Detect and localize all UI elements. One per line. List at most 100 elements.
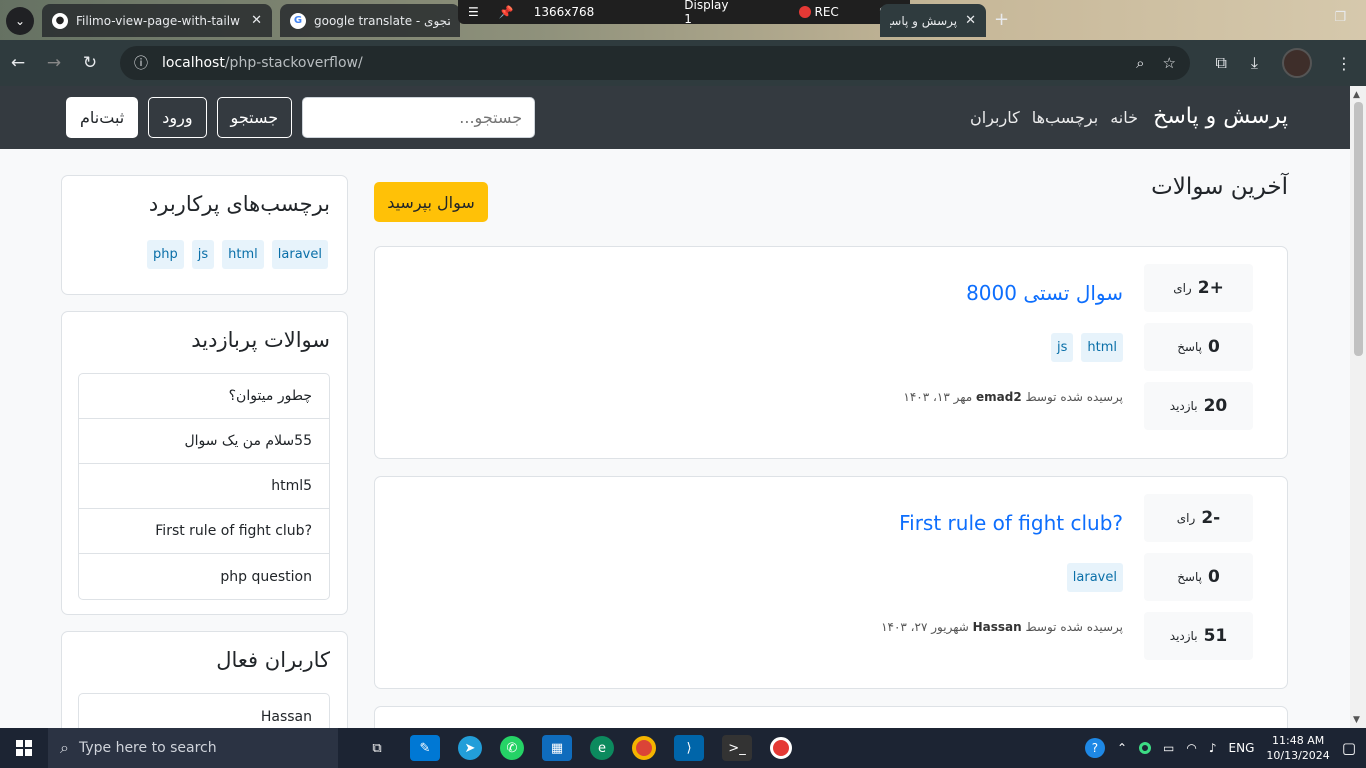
address-bar[interactable]: ⓘ localhost/php-stackoverflow/ ⌕ ☆ [120,46,1190,80]
nav-link-tags[interactable]: برچسب‌ها [1032,108,1098,127]
page-title: آخرین سوالات [1151,174,1288,200]
file-app-icon[interactable]: ✎ [410,735,440,761]
tab-title: google translate - جستجوی [314,13,450,28]
google-icon: G [290,12,306,29]
answers-count: 0 [1207,337,1220,357]
profile-avatar[interactable] [1282,48,1312,78]
bookmark-star-icon[interactable]: ☆ [1163,54,1176,72]
answers-label: پاسخ [1177,340,1202,354]
clock-date: 10/13/2024 [1266,749,1330,762]
edge-icon[interactable]: e [590,736,614,760]
votes-count: -2 [1201,508,1221,528]
help-icon[interactable]: ? [1084,738,1105,758]
tag-link[interactable]: html [1081,333,1123,362]
pin-icon[interactable]: 📌 [499,5,514,19]
most-viewed-list: چطور میتوان؟ 55سلام من یک سوال html5 Fir… [78,373,330,600]
scrollbar-thumb[interactable] [1354,102,1363,356]
answers-label: پاسخ [1177,570,1202,584]
system-clock[interactable]: 11:48 AM 10/13/2024 [1266,733,1329,763]
scroll-up-icon[interactable]: ▲ [1353,90,1360,100]
views-count: 20 [1203,396,1228,416]
nav-links: خانه برچسب‌ها کاربران [970,108,1138,127]
terminal-icon[interactable]: >_ [722,735,752,761]
extensions-icon[interactable]: ⧉ [1215,53,1226,73]
chevron-up-icon[interactable]: ⌃ [1117,741,1127,755]
zoom-icon[interactable]: ⌕ [1136,54,1144,72]
question-card: +2 رای 0 پاسخ 20 بازدید سوال تستی 8000 h… [374,246,1288,459]
page-scrollbar[interactable]: ▲ ▼ [1350,86,1366,728]
close-icon[interactable]: ✕ [251,13,262,28]
nav-link-users[interactable]: کاربران [970,108,1020,127]
meta-prefix: پرسیده شده توسط [1025,620,1123,634]
question-title-link[interactable]: سوال تستی 8000 [966,281,1123,305]
task-view-icon[interactable]: ⧉ [362,735,392,761]
taskbar-search[interactable]: ⌕ Type here to search [48,728,338,768]
login-button[interactable]: ورود [148,97,207,138]
download-icon[interactable]: ⤓ [1251,53,1258,73]
votes-label: رای [1176,511,1196,525]
recorder-icon[interactable] [770,737,792,759]
more-menu-icon[interactable]: ⋮ [1336,54,1352,73]
tab-title: پرسش و پاسخ [890,13,958,28]
scroll-down-icon[interactable]: ▼ [1353,715,1360,725]
start-button[interactable] [0,728,48,768]
views-count: 51 [1203,626,1228,646]
vscode-icon[interactable]: ⟩ [674,735,704,761]
github-icon: ● [52,12,68,29]
list-item[interactable]: html5 [79,464,329,509]
telegram-icon[interactable]: ➤ [458,736,482,760]
language-indicator[interactable]: ENG [1229,741,1255,755]
menu-icon[interactable]: ☰ [468,5,479,19]
close-icon[interactable]: ✕ [965,13,976,28]
question-tags: laravel [1066,563,1123,592]
tab-filimo[interactable]: ● Filimo-view-page-with-tailwind ✕ [42,4,272,37]
list-item[interactable]: php question [79,554,329,599]
views-stat: 20 بازدید [1144,382,1253,430]
site-brand[interactable]: پرسش و پاسخ [1153,104,1288,129]
list-item[interactable]: چطور میتوان؟ [79,374,329,419]
popular-tags-title: برچسب‌های پرکاربرد [148,192,330,216]
store-icon[interactable]: ▦ [542,735,572,761]
back-icon[interactable]: ← [0,53,36,73]
question-date: مهر ۱۳، ۱۴۰۳ [903,390,973,404]
tag-link[interactable]: js [191,240,215,269]
volume-icon[interactable]: ♪ [1209,741,1217,755]
answers-stat: 0 پاسخ [1144,553,1253,601]
new-tab-button[interactable]: + [994,9,1009,30]
register-button[interactable]: ثبت‌نام [66,97,139,138]
views-label: بازدید [1169,399,1198,413]
tag-link[interactable]: js [1050,333,1074,362]
site-info-icon[interactable]: ⓘ [134,53,148,73]
url-host: localhost [162,55,225,71]
tab-google-translate[interactable]: G google translate - جستجوی [280,4,460,37]
chrome-icon[interactable] [632,736,656,760]
nav-link-home[interactable]: خانه [1110,108,1138,127]
rec-button[interactable]: REC [798,5,839,19]
tag-link[interactable]: html [222,240,264,269]
question-title-link[interactable]: First rule of fight club? [899,511,1123,535]
question-meta: پرسیده شده توسط Hassan شهریور ۲۷، ۱۴۰۳ [881,620,1123,634]
tag-link[interactable]: laravel [271,240,328,269]
author-name[interactable]: emad2 [976,390,1022,404]
author-name[interactable]: Hassan [973,620,1022,634]
list-item[interactable]: 55سلام من یک سوال [79,419,329,464]
most-viewed-title: سوالات پربازدید [191,328,330,352]
search-input[interactable] [302,97,536,138]
list-item[interactable]: First rule of fight club? [79,509,329,554]
search-button[interactable]: جستجو [216,97,293,138]
reload-icon[interactable]: ↻ [72,53,108,73]
tab-current[interactable]: پرسش و پاسخ ✕ [880,4,986,37]
record-icon [798,6,811,18]
popular-tags-list: laravel html js php [147,240,328,269]
wifi-icon[interactable]: ◠ [1186,741,1196,755]
notification-icon[interactable]: ▢ [1342,739,1356,757]
tag-link[interactable]: php [147,240,184,269]
tab-search-button[interactable]: ⌄ [6,7,34,35]
battery-icon[interactable]: ▭ [1163,741,1174,755]
whatsapp-icon[interactable]: ✆ [500,736,524,760]
tag-link[interactable]: laravel [1066,563,1123,592]
ask-question-button[interactable]: سوال بپرسید [374,182,488,222]
browser-toolbar: ← → ↻ ⓘ localhost/php-stackoverflow/ ⌕ ☆… [0,40,1366,86]
restore-icon[interactable]: ❐ [1334,10,1346,25]
forward-icon[interactable]: → [36,53,72,73]
